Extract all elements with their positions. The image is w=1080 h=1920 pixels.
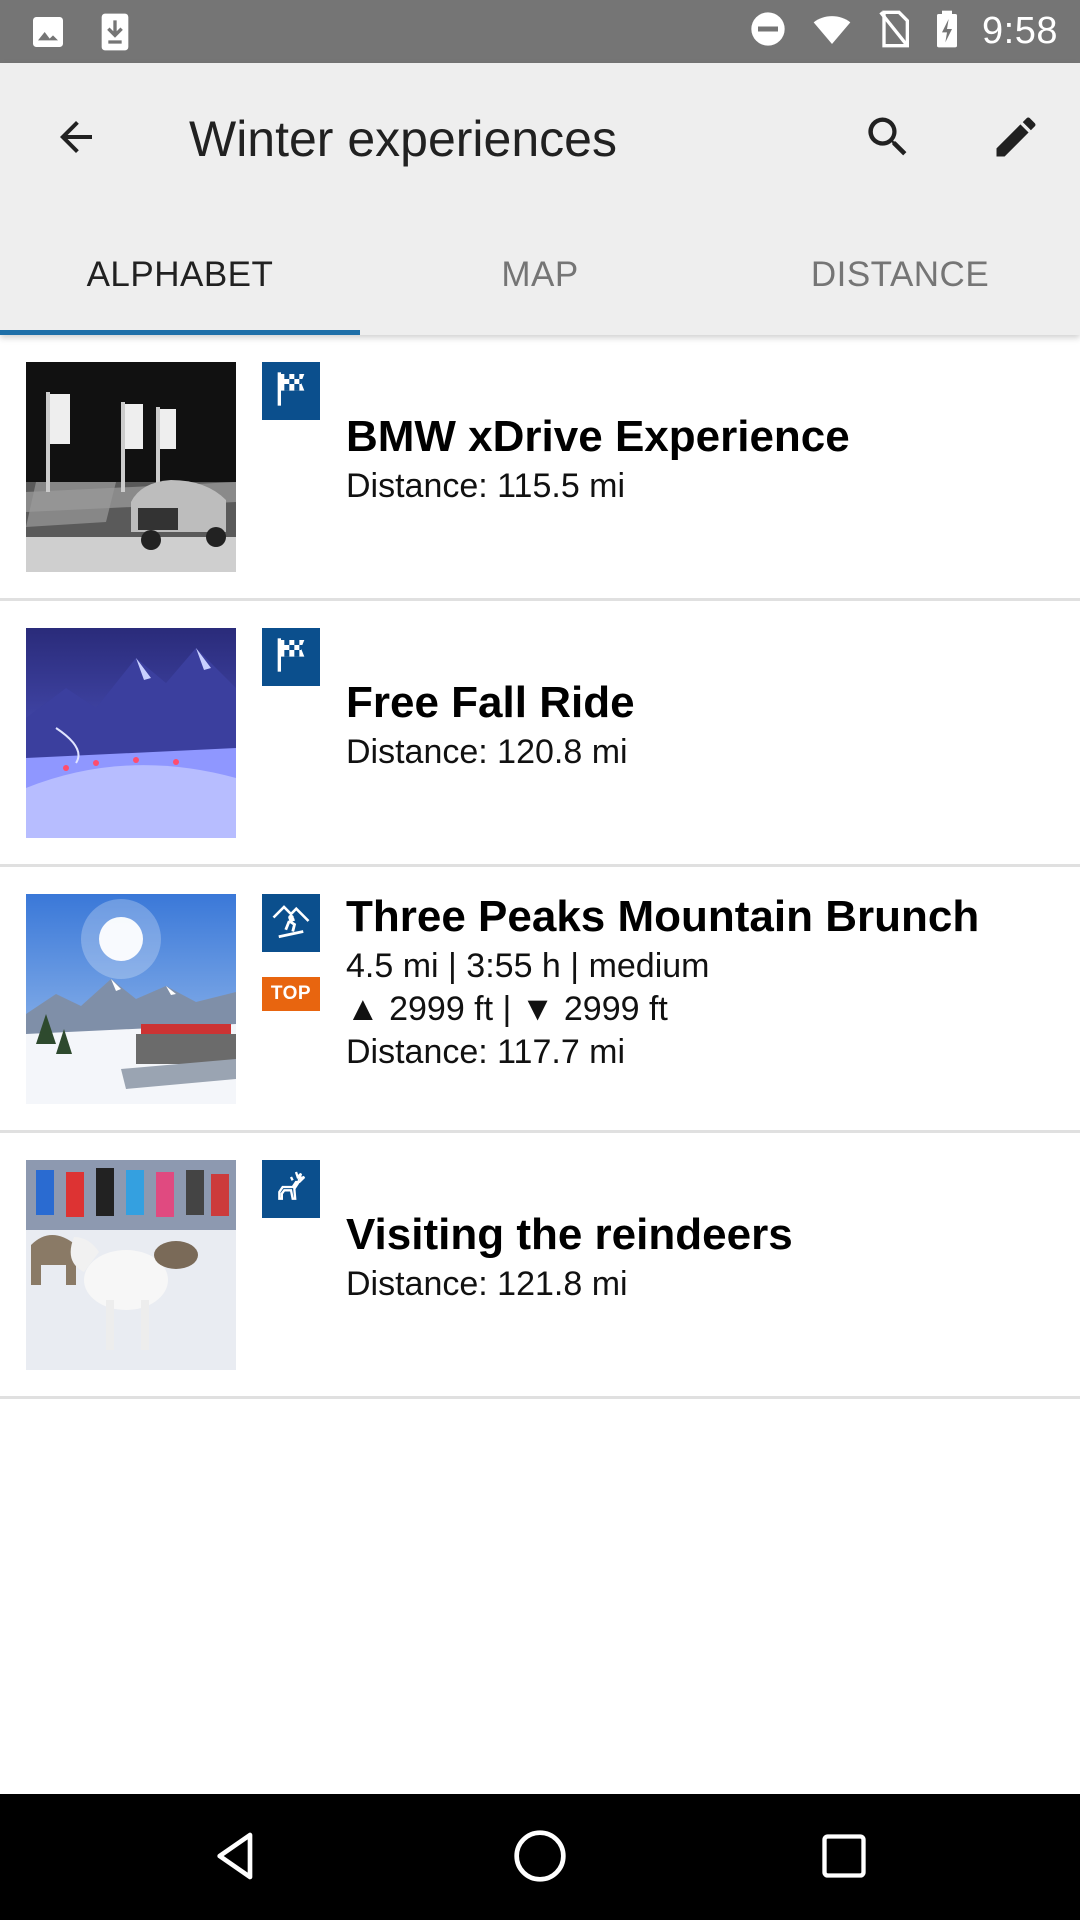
circle-home-icon [512, 1828, 568, 1889]
list-item[interactable]: Free Fall Ride Distance: 120.8 mi [0, 601, 1080, 867]
category-badge [262, 894, 320, 952]
item-stats: 4.5 mi | 3:55 h | medium [346, 947, 710, 985]
item-text: BMW xDrive Experience Distance: 115.5 mi [346, 409, 1060, 508]
reindeer-icon [271, 1167, 311, 1212]
status-right-icons: 9:58 [748, 0, 1058, 63]
item-distance: Distance: 117.7 mi [346, 1033, 626, 1071]
status-left-icons [28, 12, 132, 57]
list-item[interactable]: TOP Three Peaks Mountain Brunch 4.5 mi |… [0, 867, 1080, 1133]
tab-alphabet[interactable]: ALPHABET [0, 215, 360, 335]
search-button[interactable] [852, 103, 924, 175]
item-distance: Distance: 115.5 mi [346, 467, 626, 505]
item-elevation: ▲ 2999 ft | ▼ 2999 ft [346, 990, 668, 1028]
list-item[interactable]: Visiting the reindeers Distance: 121.8 m… [0, 1133, 1080, 1399]
back-button[interactable] [40, 103, 112, 175]
edit-pencil-icon [990, 111, 1042, 168]
item-thumbnail [26, 1160, 236, 1370]
back-arrow-icon [52, 113, 100, 166]
edit-button[interactable] [980, 103, 1052, 175]
tab-bar: ALPHABET MAP DISTANCE [0, 215, 1080, 335]
category-badge [262, 1160, 320, 1218]
nav-back-button[interactable] [200, 1822, 272, 1894]
item-title: Three Peaks Mountain Brunch [346, 892, 980, 941]
item-distance: Distance: 121.8 mi [346, 1265, 628, 1303]
top-badge: TOP [262, 977, 320, 1011]
triangle-back-icon [208, 1828, 264, 1889]
item-title: Visiting the reindeers [346, 1210, 793, 1259]
item-title: Free Fall Ride [346, 678, 635, 727]
experience-list: BMW xDrive Experience Distance: 115.5 mi [0, 335, 1080, 1399]
square-recents-icon [818, 1830, 870, 1887]
item-thumbnail [26, 628, 236, 838]
page-title: Winter experiences [189, 111, 617, 167]
item-text: Visiting the reindeers Distance: 121.8 m… [346, 1207, 1060, 1306]
checkered-flag-icon [271, 635, 311, 680]
search-icon [862, 111, 914, 168]
tab-distance[interactable]: DISTANCE [720, 215, 1080, 335]
snowshoe-hiker-icon [270, 900, 312, 947]
nav-recents-button[interactable] [808, 1822, 880, 1894]
do-not-disturb-icon [748, 9, 788, 54]
navigation-bar [0, 1794, 1080, 1920]
status-time: 9:58 [982, 10, 1058, 52]
nav-home-button[interactable] [504, 1822, 576, 1894]
app-bar: Winter experiences ALPHABET MAP DISTANCE [0, 63, 1080, 335]
download-icon [98, 12, 132, 57]
list-item[interactable]: BMW xDrive Experience Distance: 115.5 mi [0, 335, 1080, 601]
wifi-icon [810, 9, 854, 54]
category-badge [262, 362, 320, 420]
item-title: BMW xDrive Experience [346, 412, 850, 461]
no-sim-icon [876, 9, 912, 54]
item-text: Free Fall Ride Distance: 120.8 mi [346, 675, 1060, 774]
item-thumbnail [26, 362, 236, 572]
category-badge [262, 628, 320, 686]
image-icon [28, 12, 68, 57]
battery-charging-icon [934, 9, 960, 54]
item-distance: Distance: 120.8 mi [346, 733, 628, 771]
status-bar: 9:58 [0, 0, 1080, 63]
tab-map[interactable]: MAP [360, 215, 720, 335]
item-thumbnail [26, 894, 236, 1104]
checkered-flag-icon [271, 369, 311, 414]
item-text: Three Peaks Mountain Brunch 4.5 mi | 3:5… [346, 889, 1060, 1074]
